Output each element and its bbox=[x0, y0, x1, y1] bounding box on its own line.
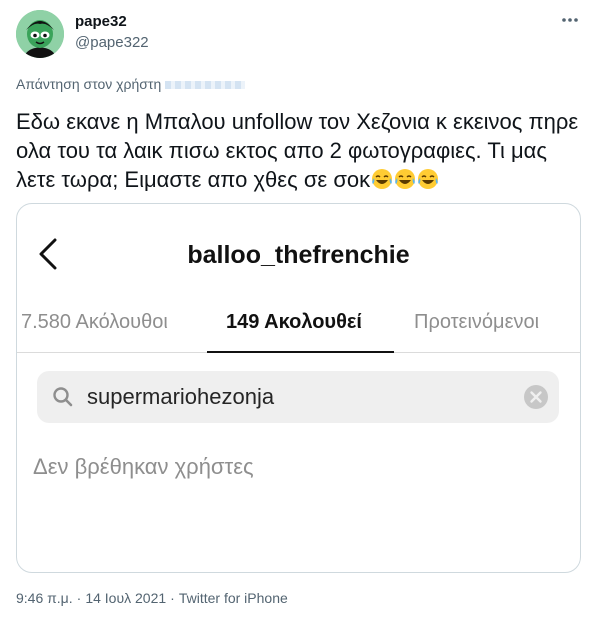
tweet-body: Εδω εκανε η Μπαλου unfollow τον Χεζονια … bbox=[16, 109, 579, 192]
search-value: supermariohezonja bbox=[87, 384, 275, 409]
reply-mention[interactable] bbox=[165, 81, 246, 90]
tab-suggested: Προτεινόμενοι bbox=[414, 311, 540, 333]
profile-username: balloo_thefrenchie bbox=[187, 241, 410, 269]
separator: · bbox=[76, 590, 82, 606]
search-icon bbox=[51, 385, 75, 409]
tweet-metadata: 9:46 π.μ. · 14 Ιουλ 2021 · Twitter for iPhon… bbox=[16, 590, 288, 606]
tweet-time[interactable]: 9:46 π.μ. bbox=[16, 590, 73, 606]
tweet-media-image[interactable]: balloo_thefrenchie 7.580 Ακόλουθοι 149 Α… bbox=[16, 203, 581, 573]
tweet-date[interactable]: 14 Ιουλ 2021 bbox=[85, 590, 166, 606]
tab-following: 149 Ακολουθεί bbox=[226, 311, 362, 333]
active-tab-indicator bbox=[207, 351, 394, 353]
tweet-text: Εδω εκανε η Μπαλου unfollow τον Χεζονια … bbox=[16, 107, 586, 194]
tab-followers: 7.580 Ακόλουθοι bbox=[21, 311, 168, 333]
display-name[interactable]: pape32 bbox=[75, 13, 127, 30]
avatar[interactable] bbox=[16, 10, 64, 58]
more-options-icon[interactable] bbox=[560, 10, 580, 30]
no-users-message: Δεν βρέθηκαν χρήστες bbox=[33, 454, 254, 479]
separator: · bbox=[170, 590, 175, 606]
cartoon-avatar-icon bbox=[16, 10, 64, 58]
reply-to-label: Απάντηση στον χρήστη bbox=[16, 76, 162, 92]
face-with-tears-of-joy-icon bbox=[418, 169, 439, 189]
face-with-tears-of-joy-icon bbox=[395, 169, 416, 189]
tweet-source[interactable]: Twitter for iPhone bbox=[179, 590, 288, 606]
face-with-tears-of-joy-icon bbox=[372, 169, 393, 189]
reply-context: Απάντηση στον χρήστη bbox=[16, 76, 246, 92]
search-field: supermariohezonja bbox=[37, 371, 559, 423]
user-handle[interactable]: @pape322 bbox=[75, 34, 149, 51]
follow-tabs: 7.580 Ακόλουθοι 149 Ακολουθεί Προτεινόμε… bbox=[17, 306, 580, 352]
clear-search-icon bbox=[523, 384, 549, 410]
